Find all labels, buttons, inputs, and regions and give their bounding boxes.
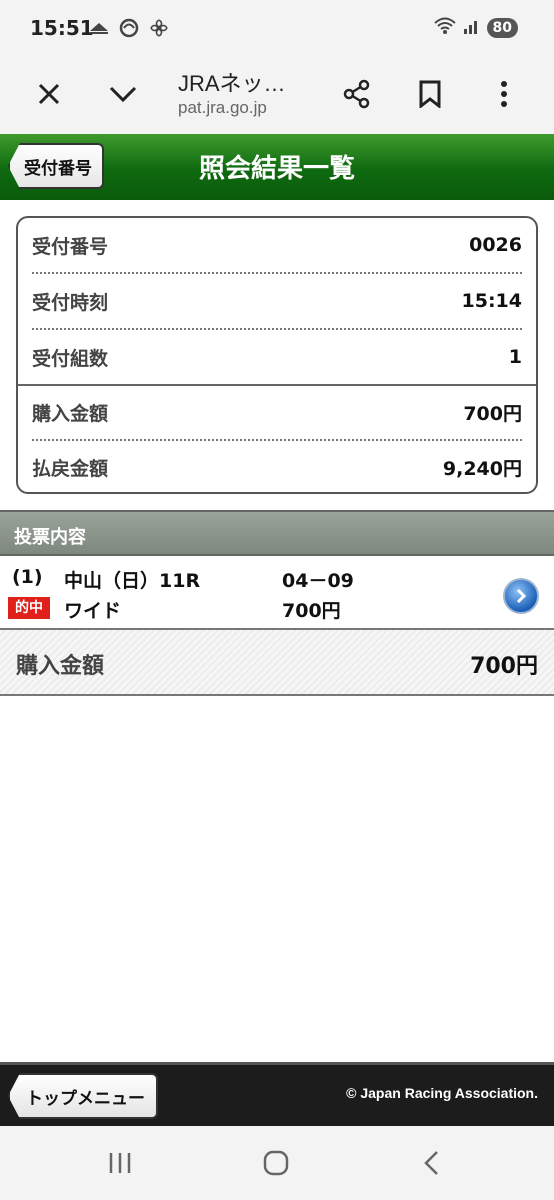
bookmark-icon[interactable] bbox=[406, 70, 454, 118]
page-title: 照会結果一覧 bbox=[198, 154, 355, 184]
top-menu-button[interactable]: トップメニュー bbox=[8, 1073, 158, 1119]
summary-row-purchase-amount: 購入金額 700円 bbox=[32, 385, 522, 439]
summary-label: 払戻金額 bbox=[32, 457, 109, 480]
summary-label: 受付時刻 bbox=[32, 291, 109, 314]
wifi-icon bbox=[433, 16, 457, 40]
chevron-right-icon[interactable] bbox=[503, 578, 539, 614]
bet-index: (1) bbox=[12, 566, 43, 588]
browser-url[interactable]: pat.jra.go.jp bbox=[178, 98, 267, 118]
copyright-text: © Japan Racing Association. bbox=[346, 1085, 538, 1101]
fan-icon bbox=[148, 17, 170, 39]
summary-label: 受付組数 bbox=[32, 347, 109, 370]
android-nav-bar bbox=[0, 1126, 554, 1200]
bet-content-section-header: 投票内容 bbox=[0, 510, 554, 556]
total-label: 購入金額 bbox=[16, 654, 105, 679]
summary-row-count: 受付組数 1 bbox=[32, 330, 522, 384]
recent-apps-icon[interactable] bbox=[100, 1146, 140, 1180]
summary-value: 9,240円 bbox=[442, 457, 522, 480]
total-purchase-row: 購入金額 700円 bbox=[0, 630, 554, 696]
summary-label: 受付番号 bbox=[32, 235, 109, 258]
top-menu-label: トップメニュー bbox=[26, 1089, 145, 1109]
screen: 15:51 80 JRAネッ… pat.jra.go.jp 受付番号 照会結果一… bbox=[0, 0, 554, 1200]
status-time: 15:51 bbox=[30, 16, 94, 40]
summary-label: 購入金額 bbox=[32, 402, 109, 425]
summary-row-receipt-number: 受付番号 0026 bbox=[32, 218, 522, 272]
bet-type: ワイド bbox=[64, 600, 122, 622]
summary-value: 0026 bbox=[469, 234, 522, 256]
home-icon[interactable] bbox=[256, 1146, 296, 1180]
battery-indicator: 80 bbox=[486, 18, 518, 38]
close-icon[interactable] bbox=[25, 70, 73, 118]
back-icon[interactable] bbox=[412, 1146, 452, 1180]
more-icon[interactable] bbox=[480, 70, 528, 118]
total-value: 700円 bbox=[470, 654, 538, 679]
browser-toolbar: JRAネッ… pat.jra.go.jp bbox=[0, 56, 554, 134]
bet-numbers: 04－09 bbox=[282, 570, 354, 592]
bet-race: 中山（日）11R bbox=[64, 570, 201, 592]
section-title: 投票内容 bbox=[14, 527, 86, 548]
chevron-down-icon[interactable] bbox=[99, 70, 147, 118]
summary-value: 700円 bbox=[463, 402, 522, 425]
summary-row-receipt-time: 受付時刻 15:14 bbox=[32, 274, 522, 328]
summary-card: 受付番号 0026 受付時刻 15:14 受付組数 1 購入金額 700円 払戻… bbox=[16, 216, 538, 494]
browser-page-title[interactable]: JRAネッ… bbox=[178, 66, 286, 98]
bet-row[interactable]: (1) 中山（日）11R 04－09 ワイド 700円 bbox=[0, 556, 554, 630]
bet-amount: 700円 bbox=[282, 600, 341, 622]
hit-badge: 的中 bbox=[8, 597, 50, 619]
summary-row-payout-amount: 払戻金額 9,240円 bbox=[32, 440, 522, 492]
summary-value: 15:14 bbox=[461, 290, 522, 312]
signal-icon bbox=[463, 17, 481, 39]
wind-icon bbox=[118, 17, 140, 39]
share-icon[interactable] bbox=[333, 70, 381, 118]
netkeiba-icon bbox=[88, 17, 110, 39]
summary-value: 1 bbox=[508, 346, 522, 368]
status-bar: 15:51 80 bbox=[0, 0, 554, 56]
